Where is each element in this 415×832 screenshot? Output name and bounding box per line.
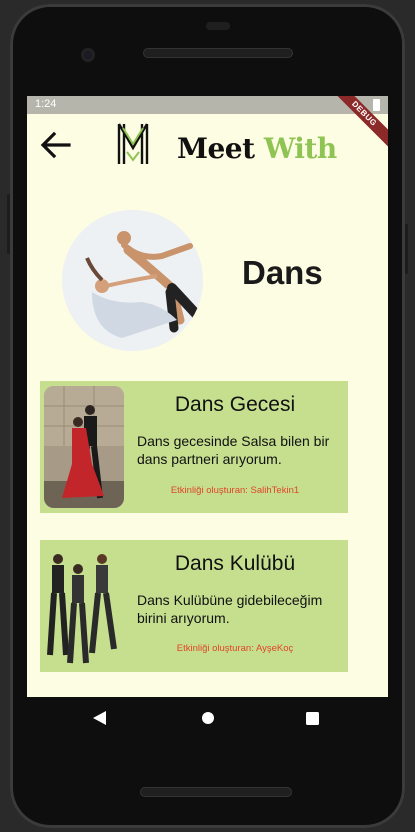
battery-icon xyxy=(373,99,380,111)
category-title: Dans xyxy=(242,254,323,291)
bottom-speaker xyxy=(140,787,292,797)
app-screen: 1:24 DEBUG Meet With Dans Dans Gecesi Da… xyxy=(27,96,388,697)
event-card[interactable]: Dans Gecesi Dans gecesinde Salsa bilen b… xyxy=(40,381,348,513)
earpiece-speaker xyxy=(143,48,293,58)
category-image xyxy=(62,210,203,351)
navigation-bar xyxy=(27,697,388,745)
event-card[interactable]: Dans Kulübü Dans Kulübüne gidebileceğim … xyxy=(40,540,348,672)
event-owner: Etkinliği oluşturan: SalihTekin1 xyxy=(170,485,300,496)
logo-icon xyxy=(117,122,149,166)
event-description: Dans Kulübüne gidebileceğim birini arıyo… xyxy=(137,592,323,626)
volume-button xyxy=(7,194,10,254)
app-logo: Meet With xyxy=(177,132,337,165)
event-owner: Etkinliği oluşturan: AyşeKoç xyxy=(176,643,294,654)
nav-recent-icon[interactable] xyxy=(306,712,319,730)
event-title: Dans Gecesi xyxy=(174,393,296,416)
sensor xyxy=(206,22,230,30)
event-image xyxy=(44,386,124,508)
arrow-left-icon xyxy=(40,131,71,159)
status-bar: 1:24 xyxy=(27,96,388,114)
status-time: 1:24 xyxy=(35,98,57,110)
event-title: Dans Kulübü xyxy=(174,552,296,575)
front-camera xyxy=(81,48,95,62)
event-image xyxy=(44,545,124,667)
logo-word-meet: Meet xyxy=(177,132,255,165)
power-button xyxy=(405,224,408,274)
nav-home-icon[interactable] xyxy=(201,711,215,730)
event-description: Dans gecesinde Salsa bilen bir dans part… xyxy=(137,433,330,467)
logo-word-with: With xyxy=(263,132,337,165)
back-button[interactable] xyxy=(39,130,73,160)
nav-back-icon[interactable] xyxy=(93,711,107,730)
